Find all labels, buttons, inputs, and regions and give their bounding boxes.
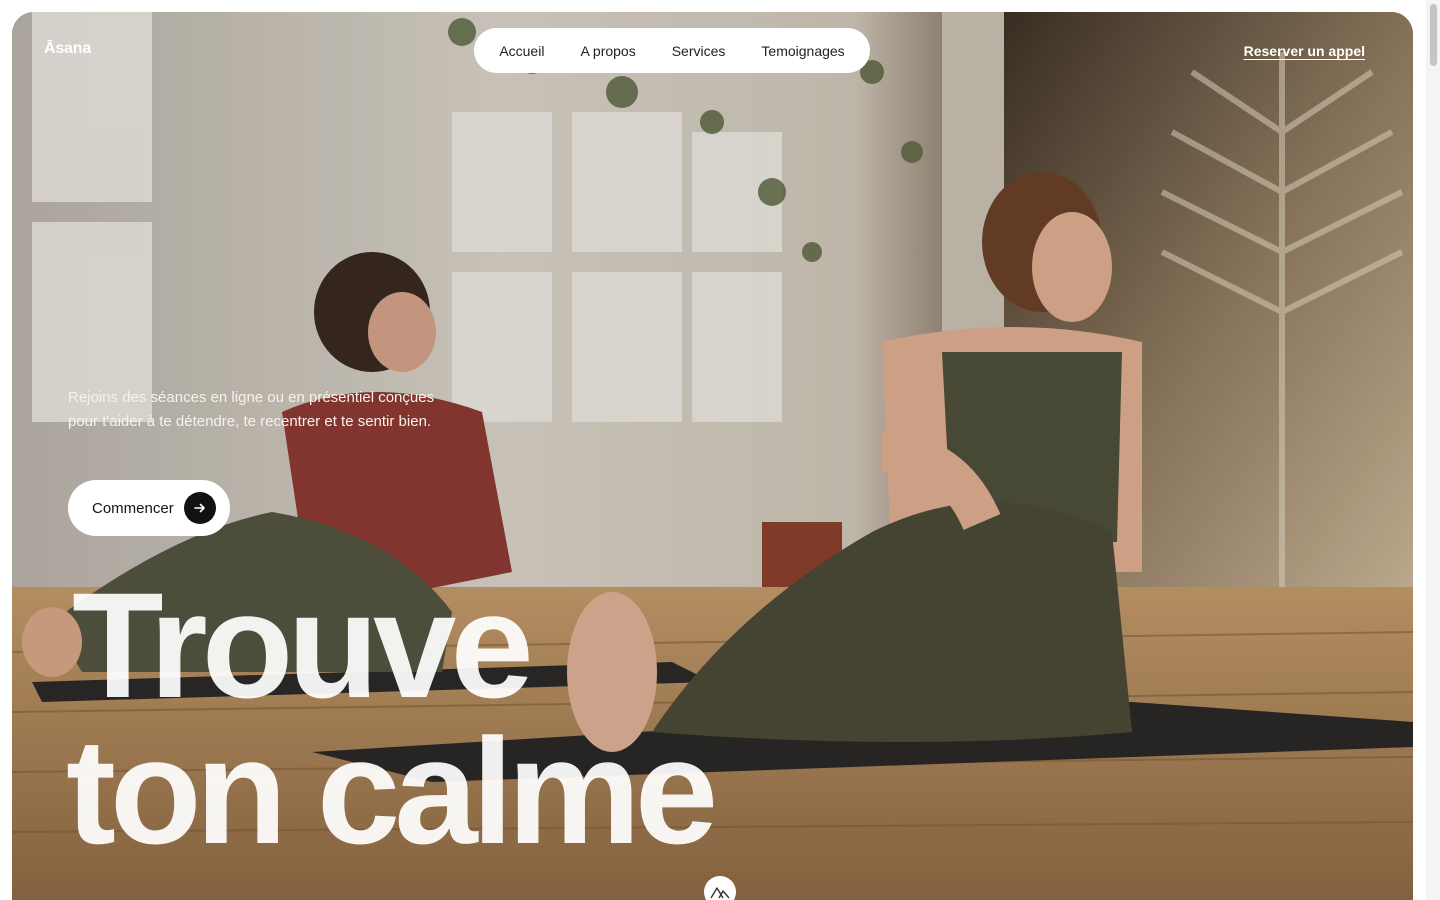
mountain-logo-icon[interactable] [704,876,736,900]
headline-line-2: ton calme [66,707,718,875]
hero-tagline: Rejoins des séances en ligne ou en prése… [68,389,435,430]
scrollbar-thumb[interactable] [1430,4,1437,66]
nav-item-a-propos[interactable]: A propos [562,43,653,59]
start-button[interactable]: Commencer [68,480,230,536]
nav-item-services[interactable]: Services [654,43,744,59]
main-navigation: Accueil A propos Services Temoignages [474,28,870,73]
hero-headline: Trouve ton calme [66,561,718,875]
page: Āsana Accueil A propos Services Temoigna… [0,0,1440,900]
page-scrollbar[interactable] [1426,0,1440,900]
nav-item-accueil[interactable]: Accueil [481,43,562,59]
book-call-link[interactable]: Reserver un appel [1244,43,1365,59]
brand-logo[interactable]: Āsana [44,40,91,58]
arrow-right-icon [184,492,216,524]
hero-section: Āsana Accueil A propos Services Temoigna… [12,12,1413,900]
start-button-label: Commencer [92,499,174,517]
nav-item-temoignages[interactable]: Temoignages [743,43,862,59]
headline-line-1: Trouve [72,561,534,729]
